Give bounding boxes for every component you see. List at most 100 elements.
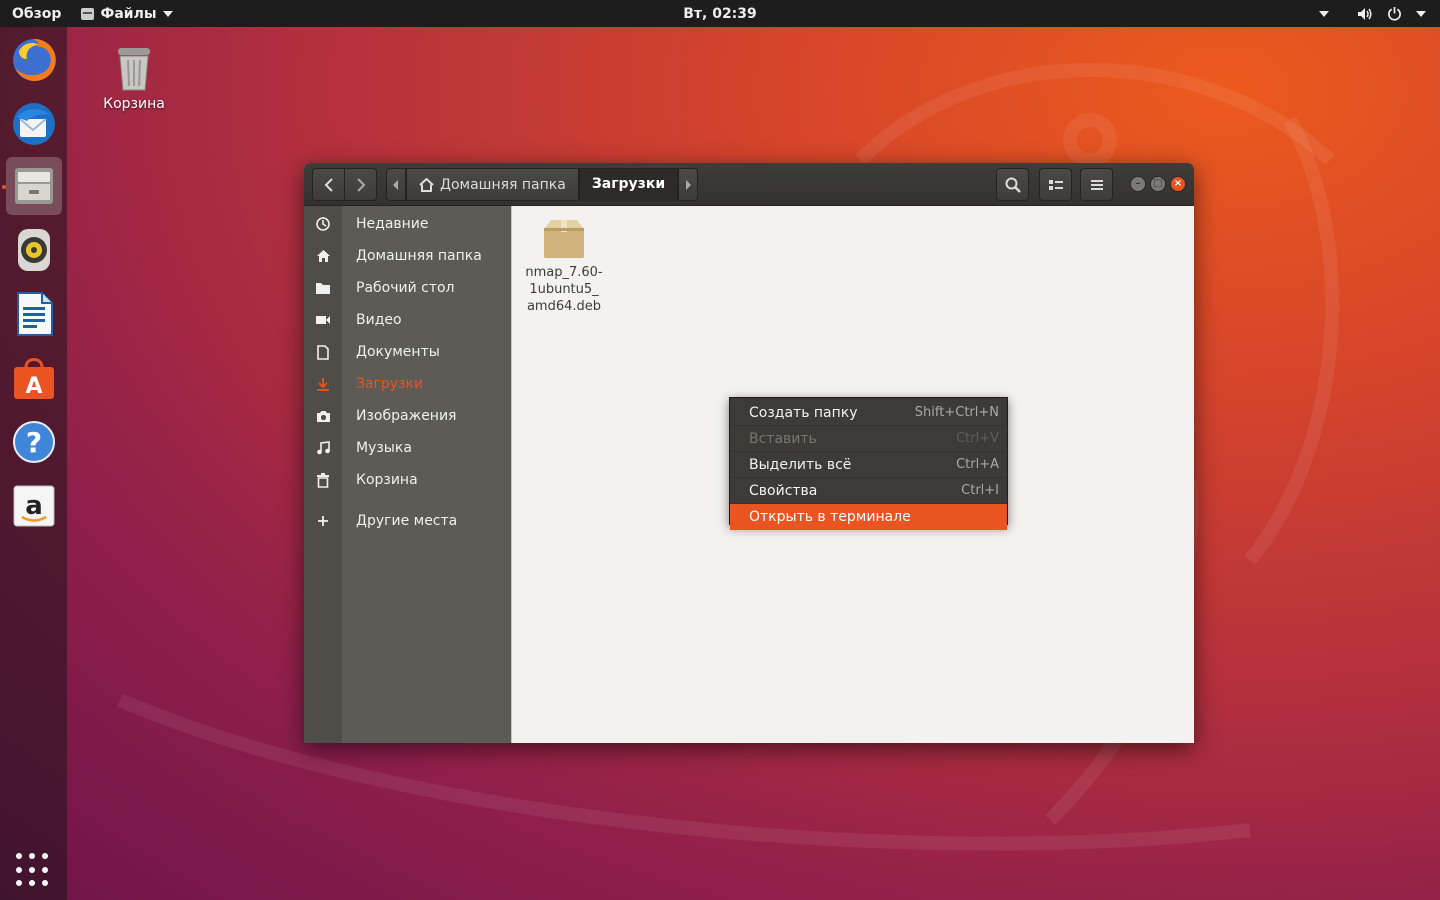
sidebar-item-downloads[interactable]: Загрузки [304, 368, 511, 400]
path-current-button[interactable]: Загрузки [578, 168, 679, 201]
ubuntu-software-icon: A [14, 358, 54, 399]
svg-text:a: a [25, 491, 43, 521]
chevron-right-icon [356, 177, 365, 192]
sidebar-item-label: Изображения [356, 408, 457, 424]
sidebar-item-other-locations[interactable]: Другие места [304, 505, 511, 537]
hamburger-icon [1090, 179, 1103, 190]
sidebar-item-label: Документы [356, 344, 440, 360]
app-menu-label: Файлы [100, 5, 157, 22]
power-icon[interactable] [1387, 6, 1402, 21]
menu-item-select-all[interactable]: Выделить всё Ctrl+A [730, 452, 1007, 478]
camera-icon [304, 410, 342, 423]
document-icon [304, 344, 342, 360]
menu-item-open-in-terminal[interactable]: Открыть в терминале [730, 504, 1007, 530]
menu-item-label: Открыть в терминале [749, 509, 911, 525]
dock-libreoffice-writer[interactable] [6, 285, 62, 343]
dock-rhythmbox[interactable] [6, 221, 62, 279]
path-scroll-left[interactable] [386, 168, 406, 201]
activities-button[interactable]: Обзор [12, 6, 61, 22]
caret-left-icon [393, 179, 398, 190]
menu-item-label: Выделить всё [749, 456, 852, 473]
sidebar-item-documents[interactable]: Документы [304, 336, 511, 368]
sidebar-item-label: Другие места [356, 513, 458, 529]
folder-icon [304, 281, 342, 295]
sidebar-item-label: Видео [356, 312, 402, 328]
header-bar: Домашняя папка Загрузки – □ × [304, 163, 1194, 206]
window-controls: – □ × [1130, 176, 1186, 192]
dock-files[interactable] [6, 157, 62, 215]
app-menu-button[interactable]: Файлы [81, 5, 173, 22]
home-icon [304, 249, 342, 263]
caret-right-icon [686, 179, 692, 190]
minimize-icon: – [1135, 178, 1141, 189]
dock-amazon[interactable]: a [6, 477, 62, 535]
desktop-trash[interactable]: Корзина [98, 44, 170, 112]
forward-button[interactable] [344, 168, 377, 201]
path-home-button[interactable]: Домашняя папка [406, 168, 579, 201]
sidebar-item-recent[interactable]: Недавние [304, 208, 511, 240]
sidebar-item-videos[interactable]: Видео [304, 304, 511, 336]
sidebar-item-pictures[interactable]: Изображения [304, 400, 511, 432]
path-scroll-right[interactable] [678, 168, 699, 201]
back-button[interactable] [312, 168, 345, 201]
dock-firefox[interactable] [6, 31, 62, 89]
volume-icon[interactable] [1357, 7, 1373, 21]
plus-icon [304, 515, 342, 527]
file-name: nmap_7.60- 1ubuntu5_ amd64.deb [525, 265, 603, 314]
music-icon [304, 441, 342, 455]
menu-item-shortcut: Ctrl+V [956, 431, 999, 446]
context-menu: Создать папку Shift+Ctrl+N Вставить Ctrl… [729, 397, 1008, 530]
files-icon [15, 168, 53, 204]
chevron-down-icon [162, 10, 173, 17]
trash-icon [304, 472, 342, 488]
svg-text:?: ? [26, 426, 42, 459]
view-toggle-button[interactable] [1039, 168, 1072, 201]
show-applications-button[interactable] [16, 853, 50, 887]
maximize-button[interactable]: □ [1150, 176, 1166, 192]
menu-item-label: Вставить [749, 430, 817, 447]
help-icon: ? [13, 421, 55, 463]
keyboard-menu-icon[interactable] [1319, 10, 1329, 17]
system-menu-chevron-icon[interactable] [1416, 10, 1426, 17]
sidebar-item-label: Рабочий стол [356, 280, 455, 296]
sidebar-item-label: Недавние [356, 216, 429, 232]
dock-help[interactable]: ? [6, 413, 62, 471]
trash-icon [118, 48, 150, 91]
menu-item-new-folder[interactable]: Создать папку Shift+Ctrl+N [730, 400, 1007, 426]
close-button[interactable]: × [1170, 176, 1186, 192]
sidebar-item-label: Корзина [356, 472, 418, 488]
sidebar-item-label: Загрузки [356, 376, 424, 392]
sidebar-item-label: Музыка [356, 440, 412, 456]
path-home-label: Домашняя папка [440, 176, 566, 193]
firefox-icon [13, 38, 56, 81]
video-icon [304, 314, 342, 326]
amazon-icon: a [13, 485, 55, 527]
clock-icon [304, 217, 342, 231]
sidebar-item-home[interactable]: Домашняя папка [304, 240, 511, 272]
file-item[interactable]: nmap_7.60- 1ubuntu5_ amd64.deb [522, 218, 606, 315]
dock-ubuntu-software[interactable]: A [6, 349, 62, 407]
menu-item-paste: Вставить Ctrl+V [730, 426, 1007, 452]
svg-text:A: A [25, 374, 42, 399]
sidebar-item-desktop[interactable]: Рабочий стол [304, 272, 511, 304]
sidebar: Недавние Домашняя папка Рабочий стол Вид… [304, 206, 511, 743]
menu-item-shortcut: Ctrl+A [956, 457, 999, 472]
menu-item-shortcut: Ctrl+I [961, 483, 999, 498]
menu-item-label: Создать папку [749, 404, 858, 421]
dock: A ? a [0, 27, 67, 900]
clock[interactable]: Вт, 02:39 [0, 6, 1440, 22]
libreoffice-writer-icon [17, 292, 53, 336]
minimize-button[interactable]: – [1130, 176, 1146, 192]
sidebar-item-label: Домашняя папка [356, 248, 482, 264]
dock-thunderbird[interactable] [6, 95, 62, 153]
files-app-icon [81, 7, 95, 20]
menu-button[interactable] [1080, 168, 1113, 201]
download-icon [304, 377, 342, 391]
maximize-icon: □ [1153, 178, 1163, 189]
package-icon [544, 220, 584, 258]
close-icon: × [1173, 178, 1183, 189]
sidebar-item-trash[interactable]: Корзина [304, 464, 511, 496]
sidebar-item-music[interactable]: Музыка [304, 432, 511, 464]
search-button[interactable] [996, 168, 1029, 201]
menu-item-properties[interactable]: Свойства Ctrl+I [730, 478, 1007, 504]
